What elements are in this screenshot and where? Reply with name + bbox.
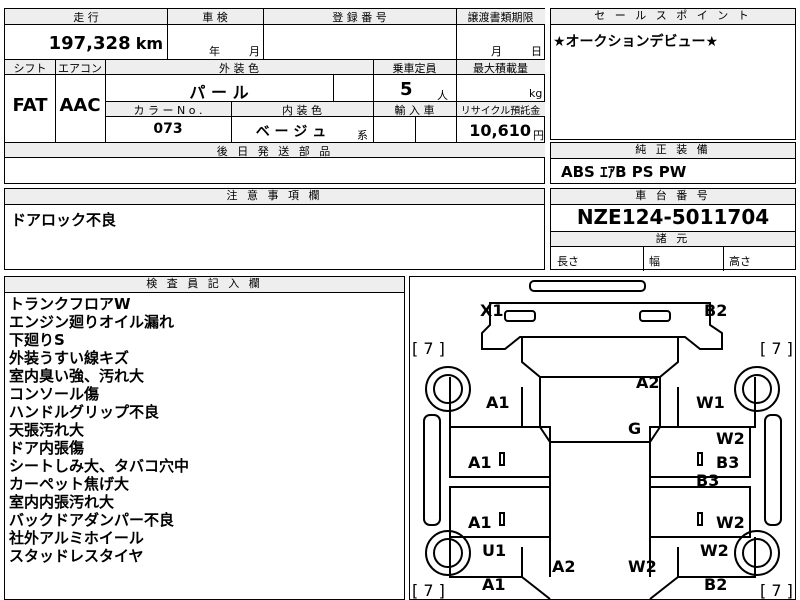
mark-w2-bottom: W2 <box>628 557 657 576</box>
notes-panel: 注 意 事 項 欄 ドアロック不良 <box>4 188 545 270</box>
inspector-label: 検 査 員 記 入 欄 <box>5 277 404 293</box>
mark-b3-b: B3 <box>696 471 720 490</box>
remark-line: 室内臭い強、汚れ大 <box>9 367 145 385</box>
sales-point-panel: セ ー ル ス ポ イ ン ト ★オークションデビュー★ <box>550 8 796 140</box>
mark-a1-bottom: A1 <box>482 575 506 594</box>
chassis-label: 車 台 番 号 <box>551 189 795 205</box>
mark-w1: W1 <box>696 393 725 412</box>
vehicle-info-grid: 走 行 車 検 登 録 番 号 譲渡書類期限 197,328 km 年 月 月 … <box>4 8 545 184</box>
mark-a2-bottom: A2 <box>552 557 576 576</box>
mark-b3-a: B3 <box>716 453 740 472</box>
capacity-value: 5 <box>400 79 413 100</box>
mark-b2-top: B2 <box>704 301 728 320</box>
notes-text: ドアロック不良 <box>11 211 117 229</box>
mileage-number: 197,328 <box>48 33 131 54</box>
remark-line: 社外アルミホイール <box>9 529 144 547</box>
remark-line: シートしみ大、タバコ穴中 <box>9 457 190 475</box>
interior-value: ベ ー ジ ュ <box>255 124 327 140</box>
remark-line: 室内内張汚れ大 <box>9 493 115 511</box>
mark-w2-right-top: W2 <box>716 429 745 448</box>
transfer-label: 譲渡書類期限 <box>456 9 545 25</box>
height-label: 高さ <box>729 255 751 268</box>
transfer-day: 日 <box>531 45 542 58</box>
color-no-label: カ ラ ー N o . <box>105 101 231 117</box>
recycle-unit: 円 <box>533 129 544 142</box>
capacity-label: 乗車定員 <box>373 59 456 75</box>
chassis-panel: 車 台 番 号 NZE124-5011704 諸 元 長さ 幅 高さ <box>550 188 796 271</box>
mileage-unit: km <box>135 34 163 53</box>
mark-w2-right-low: W2 <box>700 541 729 560</box>
remark-line: ハンドルグリップ不良 <box>9 403 160 421</box>
mileage-value: 197,328 km <box>5 25 167 59</box>
mark-a1-left: A1 <box>486 393 510 412</box>
mark-b2-bottom: B2 <box>704 575 728 594</box>
remark-line: トランクフロアW <box>9 295 131 313</box>
recycle-value: 10,610 <box>469 121 531 140</box>
mark-a1-front-door: A1 <box>468 453 492 472</box>
transfer-month: 月 <box>491 45 502 58</box>
recycle-label: リサイクル預託金 <box>456 101 545 117</box>
load-unit: kg <box>529 87 543 100</box>
remark-line: カーペット焦げ大 <box>9 475 130 493</box>
sales-point-label: セ ー ル ス ポ イ ン ト <box>551 9 795 25</box>
shift-value: FAT <box>12 95 48 116</box>
remark-line: コンソール傷 <box>9 385 100 403</box>
remark-line: 下廻りS <box>9 331 65 349</box>
remark-line: 天張汚れ大 <box>9 421 85 439</box>
equipment-text: ABS ｴｱB PS PW <box>561 163 687 181</box>
mark-u1: U1 <box>482 541 507 560</box>
mark-x1: X1 <box>480 301 504 320</box>
ac-label: エアコン <box>55 59 105 75</box>
mileage-label: 走 行 <box>5 9 167 25</box>
chassis-number: NZE124-5011704 <box>576 205 770 229</box>
exterior-value: パ ー ル <box>189 83 249 102</box>
inspection-year: 年 <box>209 45 220 58</box>
import-label: 輸 入 車 <box>373 101 456 117</box>
car-diagram-panel: X1 B2 A2 A1 W1 G W2 A1 B3 B3 A1 W2 U1 W2… <box>409 276 796 600</box>
inspection-label: 車 検 <box>167 9 263 25</box>
notes-label: 注 意 事 項 欄 <box>5 189 544 205</box>
load-label: 最大積載量 <box>456 59 545 75</box>
remark-line: 外装うすい線キズ <box>9 349 130 367</box>
tyre-rear-left: [ 7 ] <box>412 581 445 600</box>
equipment-label: 純 正 装 備 <box>551 143 795 159</box>
exterior-label: 外 装 色 <box>105 59 373 75</box>
inspection-month: 月 <box>249 45 260 58</box>
plate-label: 登 録 番 号 <box>263 9 456 25</box>
later-parts-label: 後 日 発 送 部 品 <box>5 142 545 158</box>
mark-a1-rear-door: A1 <box>468 513 492 532</box>
tyre-front-right: [ 7 ] <box>760 339 793 358</box>
remark-line: スタッドレスタイヤ <box>9 547 144 565</box>
interior-suffix: 系 <box>357 129 368 142</box>
ac-value: AAC <box>59 95 101 116</box>
shift-label: シフト <box>5 59 55 75</box>
tyre-front-left: [ 7 ] <box>412 339 445 358</box>
length-label: 長さ <box>557 255 579 268</box>
remark-line: エンジン廻りオイル漏れ <box>9 313 175 331</box>
width-label: 幅 <box>649 255 660 268</box>
dims-label: 諸 元 <box>551 231 795 247</box>
sales-point-text: ★オークションデビュー★ <box>553 34 719 50</box>
inspector-lines: トランクフロアW エンジン廻りオイル漏れ 下廻りS 外装うすい線キズ 室内臭い強… <box>9 295 189 565</box>
tyre-rear-right: [ 7 ] <box>760 581 793 600</box>
interior-label: 内 装 色 <box>231 101 373 117</box>
equipment-panel: 純 正 装 備 ABS ｴｱB PS PW <box>550 142 796 184</box>
remark-line: バックドアダンパー不良 <box>9 511 175 529</box>
mark-g: G <box>628 419 642 438</box>
mark-a2-roof: A2 <box>636 373 660 392</box>
inspector-panel: 検 査 員 記 入 欄 トランクフロアW エンジン廻りオイル漏れ 下廻りS 外装… <box>4 276 405 600</box>
remark-line: ドア内張傷 <box>9 439 85 457</box>
color-no-value: 073 <box>153 121 183 137</box>
mark-w2-right-mid: W2 <box>716 513 745 532</box>
